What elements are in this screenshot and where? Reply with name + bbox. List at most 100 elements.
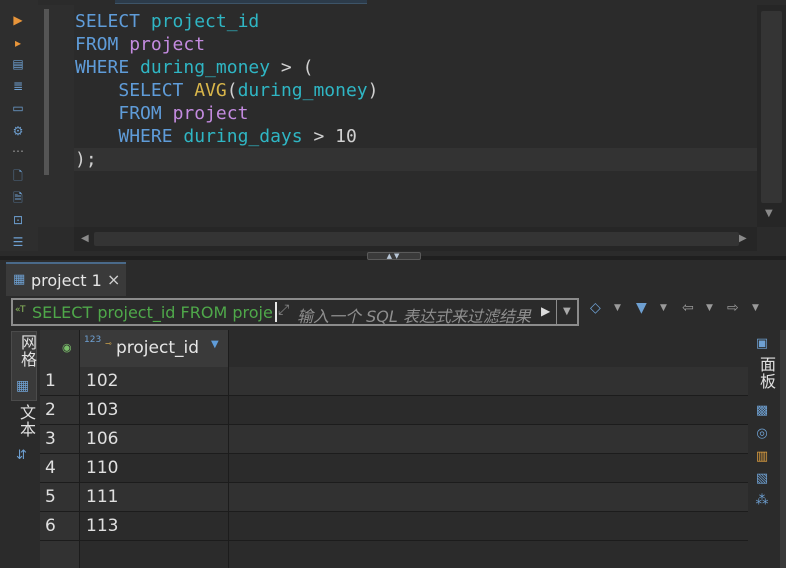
- code-line[interactable]: SELECT AVG(during_money): [75, 79, 378, 102]
- record-view-icon[interactable]: ◎: [754, 426, 770, 442]
- filter-history-dropdown[interactable]: ▼: [563, 306, 571, 317]
- filter-separator: [556, 300, 557, 324]
- row-number[interactable]: 4: [40, 454, 80, 482]
- back-icon[interactable]: ⇦: [682, 300, 694, 316]
- grouping-icon[interactable]: ⁂: [754, 493, 770, 509]
- row-number[interactable]: 3: [40, 425, 80, 453]
- row-number[interactable]: 5: [40, 483, 80, 511]
- execute-in-new-tab-icon[interactable]: ▸: [10, 35, 26, 51]
- panel-tab-label[interactable]: 面板: [754, 356, 778, 390]
- tab-grid-view[interactable]: 网格 ▦: [11, 331, 37, 401]
- row-empty-area: [229, 483, 748, 511]
- filter-icon[interactable]: ▼: [636, 300, 647, 316]
- code-line[interactable]: );: [75, 148, 97, 171]
- filter-placeholder[interactable]: 输入一个 SQL 表达式来过滤结果: [297, 303, 541, 327]
- grid-icon: ▦: [16, 378, 30, 394]
- export-icon[interactable]: ⊡: [10, 212, 26, 228]
- error-file-icon[interactable]: 🗎: [10, 190, 26, 206]
- code-token: project: [172, 103, 249, 124]
- gutter-statement-marker: [44, 9, 49, 175]
- sort-icon[interactable]: ▼: [211, 339, 219, 350]
- filter-input[interactable]: «T SELECT project_id FROM project ⤢ 输入一个…: [11, 298, 579, 326]
- code-line[interactable]: FROM project: [75, 33, 205, 56]
- layout-icon[interactable]: ▧: [754, 471, 770, 487]
- cell-project-id[interactable]: 111: [80, 483, 229, 511]
- code-line[interactable]: SELECT project_id: [75, 10, 259, 33]
- eraser-icon[interactable]: ◇: [590, 300, 601, 316]
- select-all-icon[interactable]: ◉: [62, 341, 72, 354]
- code-token: FROM: [75, 34, 119, 55]
- code-token: project: [129, 34, 206, 55]
- code-token: project_id: [150, 11, 260, 32]
- format-icon[interactable]: ☰: [10, 234, 26, 250]
- table-row[interactable]: 6 113: [40, 512, 748, 541]
- right-panel-scrollbar[interactable]: [780, 330, 786, 568]
- forward-icon[interactable]: ⇨: [727, 300, 739, 316]
- row-empty-area: [229, 512, 748, 540]
- row-number[interactable]: 6: [40, 512, 80, 540]
- scroll-left-icon[interactable]: ◀: [81, 234, 89, 244]
- table-row[interactable]: 5 111: [40, 483, 748, 512]
- cell-project-id[interactable]: 102: [80, 367, 229, 395]
- scroll-right-icon[interactable]: ▶: [739, 234, 747, 244]
- new-script-icon[interactable]: 🗋: [10, 168, 26, 184]
- expand-icon[interactable]: ⤢: [278, 302, 289, 318]
- tab-project-results[interactable]: ▦ project 1 ×: [6, 262, 126, 296]
- grid-body: 1 102 2 103 3 106 4 110 5 111 6 113: [40, 367, 748, 541]
- more-icon[interactable]: ⋯: [10, 143, 26, 159]
- editor-horizontal-scrollbar[interactable]: ◀ ▶: [74, 227, 757, 251]
- calendar-icon[interactable]: ▥: [754, 449, 770, 465]
- code-token: (: [226, 80, 238, 101]
- table-row[interactable]: 2 103: [40, 396, 748, 425]
- row-number[interactable]: 1: [40, 367, 80, 395]
- checkered-grid-icon[interactable]: ▩: [754, 403, 770, 419]
- row-number-header[interactable]: ◉: [40, 330, 80, 367]
- cell-project-id[interactable]: 103: [80, 396, 229, 424]
- table-row[interactable]: 3 106: [40, 425, 748, 454]
- horizontal-scroll-thumb[interactable]: [94, 232, 739, 246]
- execute-statement-icon[interactable]: ▶: [10, 12, 26, 28]
- eraser-dropdown-icon[interactable]: ▼: [614, 303, 621, 313]
- sql-editor[interactable]: SELECT project_id FROM project WHERE durin…: [74, 5, 757, 227]
- close-icon[interactable]: ×: [107, 270, 120, 289]
- row-empty-area: [229, 367, 748, 395]
- editor-left-toolbar: ▶ ▸ ▤ ≣ ▭ ⚙ ⋯ 🗋 🗎 ⊡ ☰: [0, 0, 38, 256]
- column-header-project-id[interactable]: 123 ⊸ project_id ▼: [80, 330, 229, 367]
- console-icon[interactable]: ▭: [10, 100, 26, 116]
- panels-icon[interactable]: ▣: [754, 336, 770, 352]
- code-token: during_money: [140, 57, 271, 78]
- row-empty-area: [229, 425, 748, 453]
- table-row[interactable]: 4 110: [40, 454, 748, 483]
- vertical-scroll-thumb[interactable]: [761, 11, 782, 203]
- code-token: during_money: [237, 80, 368, 101]
- text-caret: [275, 302, 277, 322]
- forward-dropdown-icon[interactable]: ▼: [752, 303, 759, 313]
- back-dropdown-icon[interactable]: ▼: [706, 303, 713, 313]
- code-token: SELECT: [118, 80, 184, 101]
- code-line[interactable]: WHERE during_money > (: [75, 56, 313, 79]
- editor-vertical-scrollbar[interactable]: ▼: [757, 5, 786, 227]
- table-row[interactable]: 1 102: [40, 367, 748, 396]
- splitter-grip-icon[interactable]: ▲▼: [367, 252, 421, 260]
- cell-project-id[interactable]: 113: [80, 512, 229, 540]
- cell-project-id[interactable]: 106: [80, 425, 229, 453]
- script-list-icon[interactable]: ≣: [10, 78, 26, 94]
- execute-script-icon[interactable]: ▤: [10, 56, 26, 72]
- row-number[interactable]: 2: [40, 396, 80, 424]
- code-token: WHERE: [75, 57, 130, 78]
- code-line[interactable]: WHERE during_days > 10: [75, 125, 356, 148]
- code-line[interactable]: FROM project: [75, 102, 248, 125]
- tab-text-view[interactable]: 文本: [14, 404, 38, 438]
- text-view-icon[interactable]: ⇵: [16, 448, 27, 463]
- cell-project-id[interactable]: 110: [80, 454, 229, 482]
- code-token: );: [75, 149, 97, 170]
- apply-filter-icon[interactable]: ▶: [541, 304, 550, 318]
- results-grid[interactable]: ◉ 123 ⊸ project_id ▼ 1 102 2 103 3 106 4…: [40, 330, 748, 568]
- scroll-down-icon[interactable]: ▼: [765, 209, 773, 219]
- filter-dropdown-icon[interactable]: ▼: [660, 303, 667, 313]
- settings-icon[interactable]: ⚙: [10, 123, 26, 139]
- editor-tab-accent: [115, 0, 367, 4]
